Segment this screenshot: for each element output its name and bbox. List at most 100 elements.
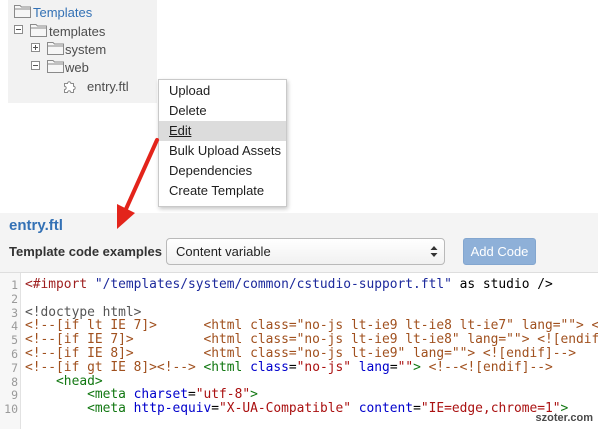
code-text: <#import "/templates/system/common/cstud… [25,278,553,292]
cms-template-editor-screen: Templates templates system web entry.ftl… [0,0,598,429]
code-line[interactable]: 1 <#import "/templates/system/common/cstu… [0,278,598,292]
code-token-plain: = [413,402,421,417]
code-token-tag: <html [203,360,243,375]
editor-header: entry.ftl Template code examples Content… [0,213,598,272]
minus-box-icon[interactable] [31,61,40,70]
page-title: entry.ftl [9,217,63,234]
code-text: <meta http-equiv="X-UA-Compatible" conte… [25,402,568,416]
code-text: <!--[if IE 7]> <html class="no-js lt-ie9… [25,333,598,347]
code-text: <!--[if gt IE 8]><!--> <html class="no-j… [25,361,553,375]
tree-item-label[interactable]: templates [49,24,105,39]
code-text: <!doctype html> [25,306,141,320]
add-code-button[interactable]: Add Code [463,238,536,265]
folder-icon [47,42,64,55]
line-number: 3 [11,305,18,320]
code-line[interactable]: 8 <head> [0,375,598,389]
context-menu: Upload Delete Edit Bulk Upload Assets De… [158,79,287,207]
code-token-plain: = [211,402,220,417]
code-line[interactable]: 4 <!--[if lt IE 7]> <html class="no-js lt… [0,319,598,333]
code-token-tag: <head> [56,374,103,389]
code-token-plain: as studio /> [451,278,553,292]
menu-item-dependencies[interactable]: Dependencies [159,161,286,181]
code-examples-select-value: Content variable [176,244,271,259]
minus-box-icon[interactable] [14,25,23,34]
code-token-tag: <meta [87,402,126,417]
tree-item-system[interactable]: system [8,40,157,58]
code-token-plain: = [288,360,297,375]
folder-icon [30,24,47,37]
code-token-val: "utf-8" [195,388,251,403]
code-token-attr: http-equiv [125,402,212,417]
code-line[interactable]: 7 <!--[if gt IE 8]><!--> <html class="no-… [0,361,598,375]
menu-item-create-template[interactable]: Create Template [159,181,286,201]
template-code-examples-label: Template code examples [9,244,162,259]
code-examples-select[interactable]: Content variable [166,238,445,265]
menu-item-upload[interactable]: Upload [159,81,286,101]
tree-item-label[interactable]: web [65,60,89,75]
line-number: 1 [11,278,18,292]
menu-item-bulk-upload-assets[interactable]: Bulk Upload Assets [159,141,286,161]
code-token-attr: class [242,360,289,375]
code-text: <!--[if IE 8]> <html class="no-js lt-ie9… [25,347,576,361]
line-number: 4 [11,319,18,334]
code-token-attr: lang [351,360,390,375]
code-token-attr: content [350,402,414,417]
code-token-meta: <!doctype html> [25,305,142,320]
tree-item-web[interactable]: web [8,58,157,76]
code-token-com: <!--[if IE 8]> <html class="no-js lt-ie9… [25,347,577,361]
code-token-plain: = [389,360,398,375]
code-text: <!--[if lt IE 7]> <html class="no-js lt-… [25,319,598,333]
code-text: <meta charset="utf-8"> [25,388,258,402]
tree-item-label[interactable]: system [65,42,106,57]
menu-item-edit[interactable]: Edit [159,121,286,141]
line-number: 9 [11,388,18,403]
folder-icon [47,60,64,73]
line-number: 2 [11,291,18,306]
line-number: 8 [11,374,18,389]
tree-root-label[interactable]: Templates [33,5,92,20]
tree-item-templates-root[interactable]: Templates [8,3,157,21]
code-lines[interactable]: 1 <#import "/templates/system/common/cstu… [0,273,598,429]
tree-item-entry-ftl[interactable]: entry.ftl [8,76,157,96]
code-token-val: "" [397,360,414,375]
code-editor[interactable]: 1 <#import "/templates/system/common/cstu… [0,272,598,429]
code-token-val: "X-UA-Compatible" [219,402,351,417]
code-token-tag: > [250,388,258,403]
code-line[interactable]: 2 [0,292,598,306]
code-token-com: <!--[if gt IE 8]><!--> [25,360,196,375]
code-token-tag: <meta [87,388,126,403]
tree-item-label[interactable]: entry.ftl [87,79,129,94]
code-token-val: "no-js" [296,360,351,375]
code-line[interactable]: 10 <meta http-equiv="X-UA-Compatible" co… [0,402,598,416]
code-token-com: <!--[if IE 7]> <html class="no-js lt-ie9… [25,333,598,348]
code-line[interactable]: 6 <!--[if IE 8]> <html class="no-js lt-ie… [0,347,598,361]
code-token-com: <!--<![endif]--> [428,360,553,375]
code-token-tag: > [413,360,421,375]
menu-item-delete[interactable]: Delete [159,101,286,121]
tree-item-templates[interactable]: templates [8,22,157,40]
watermark: szoter.com [535,412,593,424]
line-number: 6 [11,347,18,361]
line-number: 7 [11,360,18,375]
code-token-plain: = [188,388,196,403]
folder-icon [14,5,31,18]
code-token-attr: charset [125,388,188,403]
code-line[interactable]: 5 <!--[if IE 7]> <html class="no-js lt-ie… [0,333,598,347]
template-tree-panel: Templates templates system web entry.ftl [8,0,157,103]
code-token-ftl: <#import [25,278,88,292]
line-number: 10 [4,402,18,417]
code-token-ftlstr: "/templates/system/common/cstudio-suppor… [94,278,452,292]
code-text: <head> [25,375,103,389]
plus-box-icon[interactable] [31,43,40,52]
code-line[interactable]: 3 <!doctype html> [0,306,598,320]
puzzle-piece-icon [64,81,76,93]
code-token-com: <!--[if lt IE 7]> <html class="no-js lt-… [25,319,598,334]
code-line[interactable]: 9 <meta charset="utf-8"> [0,388,598,402]
up-down-chevron-icon [430,246,438,257]
